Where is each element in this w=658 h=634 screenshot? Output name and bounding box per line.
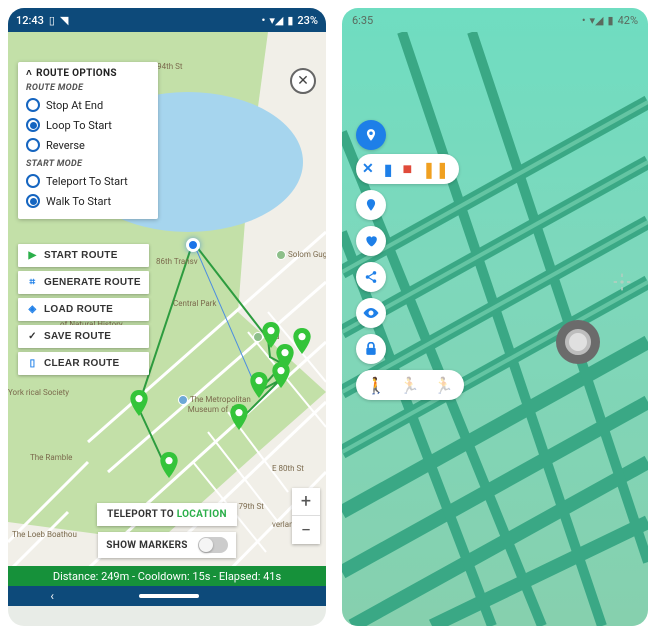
route-waypoint-marker[interactable]	[250, 372, 268, 398]
back-button[interactable]: ‹	[50, 589, 54, 603]
lock-icon	[365, 342, 377, 356]
generate-route-button[interactable]: ⌗GENERATE ROUTE	[18, 271, 149, 294]
play-icon: ▶	[26, 249, 39, 262]
check-icon: ✓	[26, 330, 39, 343]
location-fab[interactable]	[356, 120, 386, 150]
compass-icon	[612, 272, 632, 292]
route-mode-option[interactable]: Loop To Start	[26, 115, 150, 135]
run-icon[interactable]: 🏃	[434, 376, 454, 395]
trash-icon: ▯	[26, 357, 39, 370]
close-button[interactable]: ✕	[290, 68, 316, 94]
side-controls: ✕ ▮ ■ ❚❚ 🚶 🏃 🏃	[356, 154, 464, 400]
load-route-button[interactable]: ◈LOAD ROUTE	[18, 298, 149, 321]
route-waypoint-marker[interactable]	[230, 404, 248, 430]
jog-icon[interactable]: 🏃	[400, 376, 420, 395]
poi-label: E 80th St	[272, 464, 304, 473]
pin-button[interactable]	[356, 190, 386, 220]
wifi-icon: ▾◢	[590, 14, 604, 27]
phone-right: 6:35 • ▾◢ ▮ 42% ✕ ▮ ■ ❚❚	[342, 8, 648, 626]
location-icon	[364, 128, 378, 142]
toggle-switch[interactable]	[198, 537, 228, 553]
current-location-dot	[186, 238, 200, 252]
start-mode-option[interactable]: Teleport To Start	[26, 171, 150, 191]
save-route-button[interactable]: ✓SAVE ROUTE	[18, 325, 149, 348]
route-waypoint-marker[interactable]	[130, 390, 148, 416]
phone-left: 12:43 ▯ ◥ • ▾◢ ▮ 23% W 94th St 86th Tran…	[8, 8, 326, 626]
player-avatar[interactable]	[556, 320, 600, 364]
status-time: 12:43	[16, 14, 44, 27]
status-time: 6:35	[352, 14, 373, 27]
walk-icon[interactable]: 🚶	[366, 376, 386, 395]
zoom-in-button[interactable]: +	[292, 488, 320, 516]
heart-icon	[364, 234, 378, 248]
battery-pct: 23%	[297, 14, 318, 27]
zoom-controls: + −	[292, 488, 320, 544]
share-button[interactable]	[356, 262, 386, 292]
map-icon[interactable]: ▮	[384, 160, 393, 179]
route-waypoint-marker[interactable]	[160, 452, 178, 478]
show-markers-toggle[interactable]: SHOW MARKERS	[98, 532, 235, 558]
dot-icon: •	[582, 14, 586, 27]
pin-icon	[364, 198, 378, 212]
lock-button[interactable]	[356, 334, 386, 364]
battery-pct: 42%	[618, 14, 638, 27]
close-icon[interactable]: ✕	[362, 161, 374, 177]
dot-icon: •	[261, 14, 265, 27]
zoom-out-button[interactable]: −	[292, 516, 320, 544]
status-bar: 6:35 • ▾◢ ▮ 42%	[342, 8, 648, 32]
battery-icon: ▮	[287, 14, 293, 27]
route-buttons: ▶START ROUTE ⌗GENERATE ROUTE ◈LOAD ROUTE…	[18, 244, 149, 375]
stop-icon[interactable]: ■	[403, 159, 413, 179]
nav-icon: ◥	[60, 14, 68, 27]
route-status-bar: Distance: 249m - Cooldown: 15s - Elapsed…	[8, 566, 326, 586]
poi-label: York rical Society	[8, 388, 69, 397]
speed-pill: 🚶 🏃 🏃	[356, 370, 464, 400]
chevron-up-icon: ˄	[26, 68, 32, 79]
home-button[interactable]	[139, 594, 199, 598]
clear-route-button[interactable]: ▯CLEAR ROUTE	[18, 352, 149, 375]
start-mode-option[interactable]: Walk To Start	[26, 191, 150, 211]
battery-icon: ▮	[608, 14, 614, 27]
diamond-icon: ◈	[26, 303, 39, 316]
map-view[interactable]: W 94th St 86th Transv Solom Guggenheim M…	[8, 32, 326, 606]
teleport-button[interactable]: TELEPORT TO LOCATION	[97, 503, 237, 526]
route-waypoint-marker[interactable]	[262, 322, 280, 348]
android-nav-bar: ‹	[8, 586, 326, 606]
poi-label: 86th Transv	[156, 257, 198, 266]
pause-icon[interactable]: ❚❚	[422, 160, 449, 179]
start-mode-label: START MODE	[26, 159, 150, 169]
wifi-icon: ▾◢	[269, 14, 283, 27]
route-waypoint-marker[interactable]	[293, 328, 311, 354]
compass-button[interactable]	[608, 268, 636, 296]
route-options-panel: ˄ ROUTE OPTIONS ROUTE MODE Stop At End L…	[18, 62, 158, 219]
route-mode-label: ROUTE MODE	[26, 83, 150, 93]
game-map-view[interactable]: ✕ ▮ ■ ❚❚ 🚶 🏃 🏃	[342, 32, 648, 626]
route-mode-option[interactable]: Reverse	[26, 135, 150, 155]
poi-label: Central Park	[173, 299, 216, 308]
heart-button[interactable]	[356, 226, 386, 256]
map-icon: ▯	[49, 14, 55, 27]
crop-icon: ⌗	[26, 276, 39, 289]
panel-title: ˄ ROUTE OPTIONS	[26, 68, 150, 79]
poi-label: Solom Guggenheim Mu	[276, 250, 326, 260]
route-mode-option[interactable]: Stop At End	[26, 95, 150, 115]
playback-pill: ✕ ▮ ■ ❚❚	[356, 154, 459, 184]
eye-icon	[363, 308, 379, 318]
poi-label: The Ramble	[30, 453, 72, 462]
start-route-button[interactable]: ▶START ROUTE	[18, 244, 149, 267]
share-icon	[364, 270, 378, 284]
bottom-controls: TELEPORT TO LOCATION SHOW MARKERS	[8, 503, 326, 558]
status-bar: 12:43 ▯ ◥ • ▾◢ ▮ 23%	[8, 8, 326, 32]
eye-button[interactable]	[356, 298, 386, 328]
